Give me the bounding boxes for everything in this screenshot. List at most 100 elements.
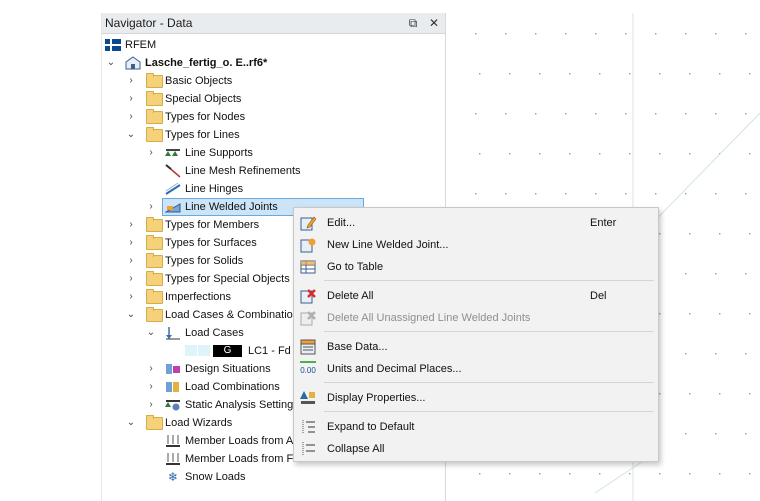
chevron-right-icon[interactable]: › (146, 144, 156, 162)
grid-dot (715, 433, 717, 435)
grid-dot (629, 153, 631, 155)
restore-window-button[interactable]: ⧉ (405, 15, 421, 31)
tree-item-line-mesh-refinements[interactable]: Line Mesh Refinements (102, 162, 445, 180)
menu-item-display-properties[interactable]: Display Properties... (294, 387, 658, 409)
chevron-right-icon[interactable]: › (126, 72, 136, 90)
folder-icon (146, 253, 163, 268)
chevron-right-icon[interactable]: › (126, 288, 136, 306)
grid-dot (745, 273, 747, 275)
grid-dot (685, 353, 687, 355)
tree-item-special-objects[interactable]: › Special Objects (102, 90, 445, 108)
grid-dot (475, 193, 477, 195)
grid-dot (599, 473, 601, 475)
line-hinge-icon (165, 182, 181, 196)
grid-dot (629, 473, 631, 475)
chevron-right-icon[interactable]: › (126, 108, 136, 126)
grid-dot (509, 473, 511, 475)
grid-dot (685, 273, 687, 275)
chevron-right-icon[interactable]: › (126, 234, 136, 252)
menu-separator (324, 411, 654, 412)
tree-item-project[interactable]: ⌄ Lasche_fertig_o. E..rf6* (102, 54, 445, 72)
grid-dot (745, 193, 747, 195)
context-menu: Edit... Enter New Line Welded Joint... G… (293, 207, 659, 462)
menu-item-delete-unassigned[interactable]: Delete All Unassigned Line Welded Joints (294, 307, 658, 329)
grid-dot (479, 73, 481, 75)
tree-item-types-for-nodes[interactable]: › Types for Nodes (102, 108, 445, 126)
menu-item-expand-to-default[interactable]: Expand to Default (294, 416, 658, 438)
grid-dot (505, 113, 507, 115)
grid-dot (685, 433, 687, 435)
folder-icon (146, 289, 163, 304)
tree-item-basic-objects[interactable]: › Basic Objects (102, 72, 445, 90)
grid-dot (689, 313, 691, 315)
grid-dot (749, 473, 751, 475)
grid-dot (655, 193, 657, 195)
grid-dot (719, 473, 721, 475)
chevron-down-icon[interactable]: ⌄ (126, 126, 136, 144)
lc-color-swatch (185, 345, 197, 356)
chevron-down-icon[interactable]: ⌄ (126, 414, 136, 432)
chevron-right-icon[interactable]: › (146, 360, 156, 378)
menu-item-go-to-table[interactable]: Go to Table (294, 256, 658, 278)
grid-dot (625, 33, 627, 35)
chevron-right-icon[interactable]: › (126, 90, 136, 108)
tree-item-rfem[interactable]: RFEM (102, 36, 445, 54)
grid-dot (749, 153, 751, 155)
collapse-icon (300, 441, 316, 457)
folder-open-icon (146, 415, 163, 430)
tree-item-snow-loads[interactable]: ❄ Snow Loads (102, 468, 445, 486)
mesh-refinement-icon (165, 164, 181, 178)
chevron-down-icon[interactable]: ⌄ (106, 54, 116, 72)
grid-dot (539, 473, 541, 475)
grid-dot (659, 233, 661, 235)
chevron-right-icon[interactable]: › (146, 198, 156, 216)
chevron-right-icon[interactable]: › (146, 396, 156, 414)
grid-dot (565, 113, 567, 115)
menu-item-new-line-welded-joint[interactable]: New Line Welded Joint... (294, 234, 658, 256)
lc-color-swatch-2 (198, 345, 210, 356)
load-case-icon (165, 326, 181, 340)
tree-item-types-for-lines[interactable]: ⌄ Types for Lines (102, 126, 445, 144)
grid-dot (749, 73, 751, 75)
menu-item-delete-all[interactable]: Delete All Del (294, 285, 658, 307)
delete-unassigned-icon (300, 310, 316, 326)
chevron-right-icon[interactable]: › (126, 252, 136, 270)
grid-dot (689, 233, 691, 235)
expand-icon (300, 419, 316, 435)
design-situation-icon (165, 362, 181, 376)
base-data-icon (300, 339, 316, 355)
chevron-right-icon[interactable]: › (126, 270, 136, 288)
chevron-right-icon[interactable]: › (146, 378, 156, 396)
grid-dot (715, 193, 717, 195)
grid-dot (475, 33, 477, 35)
grid-dot (569, 153, 571, 155)
folder-icon (146, 91, 163, 106)
menu-item-units[interactable]: 0.00 Units and Decimal Places... (294, 358, 658, 380)
grid-dot (745, 353, 747, 355)
line-load-wizard-icon (165, 452, 181, 466)
welded-joint-icon (164, 200, 181, 214)
grid-dot (505, 193, 507, 195)
grid-dot (625, 193, 627, 195)
chevron-right-icon[interactable]: › (126, 216, 136, 234)
grid-dot (569, 473, 571, 475)
line-support-icon (165, 146, 181, 160)
grid-dot (565, 193, 567, 195)
grid-dot (715, 273, 717, 275)
grid-dot (659, 393, 661, 395)
menu-item-collapse-all[interactable]: Collapse All (294, 438, 658, 460)
grid-dot (715, 33, 717, 35)
chevron-down-icon[interactable]: ⌄ (126, 306, 136, 324)
folder-icon (146, 235, 163, 250)
display-properties-icon (300, 390, 316, 406)
area-load-wizard-icon (165, 434, 181, 448)
menu-item-edit[interactable]: Edit... Enter (294, 212, 658, 234)
grid-dot (745, 433, 747, 435)
grid-dot (719, 233, 721, 235)
close-panel-button[interactable]: ✕ (426, 15, 442, 31)
menu-item-base-data[interactable]: Base Data... (294, 336, 658, 358)
chevron-down-icon[interactable]: ⌄ (146, 324, 156, 342)
tree-item-line-supports[interactable]: › Line Supports (102, 144, 445, 162)
tree-item-line-hinges[interactable]: Line Hinges (102, 180, 445, 198)
navigator-title: Navigator - Data (105, 16, 193, 30)
